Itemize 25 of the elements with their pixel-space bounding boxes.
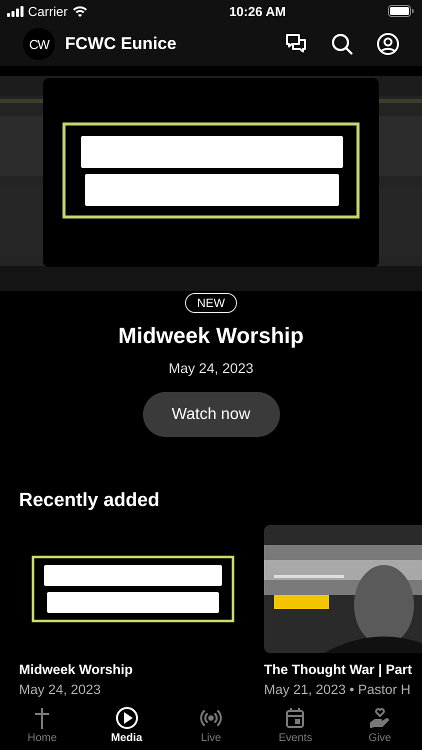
church-logo[interactable]: CW	[23, 28, 55, 60]
carrier-label: Carrier	[28, 4, 68, 18]
events-tab[interactable]: Events	[253, 704, 338, 750]
new-badge: NEW	[185, 293, 237, 313]
give-tab[interactable]: Give	[338, 704, 422, 750]
profile-icon[interactable]	[376, 32, 400, 56]
play-icon	[114, 706, 139, 730]
app-title: FCWC Eunice	[65, 34, 178, 54]
media-date: May 24, 2023	[19, 682, 102, 697]
media-tab[interactable]: Media	[84, 704, 169, 750]
search-icon[interactable]	[330, 32, 354, 56]
watch-now-button[interactable]: Watch now	[142, 392, 280, 437]
hand-heart-icon	[368, 706, 392, 730]
media-title: Midweek Worship	[19, 662, 134, 677]
home-tab[interactable]: Home	[0, 704, 84, 750]
featured-title: Midweek Worship	[118, 323, 304, 349]
media-title: The Thought War | Part	[264, 662, 414, 677]
section-heading: Recently added	[19, 490, 160, 512]
featured-date: May 24, 2023	[168, 360, 254, 376]
battery-icon	[388, 5, 414, 17]
signal-icon	[7, 6, 24, 16]
clock: 10:26 AM	[229, 4, 286, 18]
wifi-icon	[72, 5, 88, 17]
media-date: May 21, 2023 • Pastor H	[264, 682, 412, 697]
live-tab[interactable]: Live	[168, 704, 254, 750]
